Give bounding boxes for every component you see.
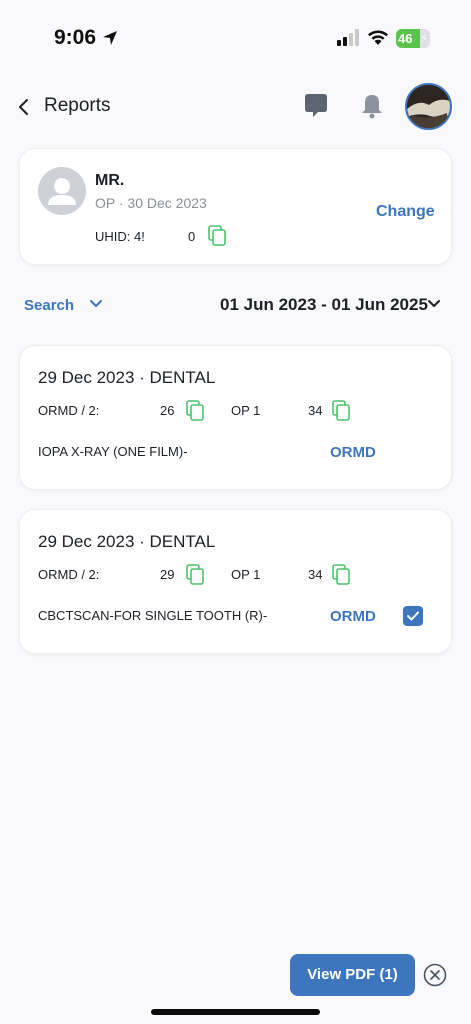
op-ref-tail: 34 [308,567,323,582]
user-avatar[interactable] [405,83,452,130]
battery-indicator: 46 ⚡ [396,29,430,48]
report-org: ORMD [330,444,376,461]
report-description: IOPA X-RAY (ONE FILM)- [38,444,188,459]
report-org: ORMD [330,608,376,625]
report-ref-tail: 26 [160,403,175,418]
change-patient-button[interactable]: Change [376,203,435,221]
report-ref-prefix: ORMD / 2: [38,403,100,418]
op-ref-prefix: OP 1 [231,403,261,418]
view-pdf-button[interactable]: View PDF (1) [290,954,415,996]
search-dropdown[interactable]: Search [24,297,74,314]
avatar-photo [407,85,450,128]
chevron-down-icon[interactable] [89,299,103,309]
chat-icon[interactable] [302,92,330,120]
bell-icon[interactable] [358,92,386,120]
person-icon [48,178,76,205]
copy-icon[interactable] [186,564,206,586]
copy-icon[interactable] [186,400,206,422]
battery-level: 46 [398,31,413,46]
uhid-label: UHID: 4! [95,229,145,244]
filter-row: Search 01 Jun 2023 - 01 Jun 2025 [0,293,471,319]
patient-card: MR. OP · 30 Dec 2023 UHID: 4! 0 Change [19,148,452,265]
report-ref-prefix: ORMD / 2: [38,567,100,582]
uhid-value-tail: 0 [188,229,196,244]
report-title: 29 Dec 2023 · DENTAL [38,368,216,387]
cellular-signal-icon [337,29,359,46]
report-select-checkbox[interactable] [403,606,423,626]
date-range-selector[interactable]: 01 Jun 2023 - 01 Jun 2025 [220,295,428,315]
charging-bolt-icon: ⚡ [420,33,428,45]
report-ref-tail: 29 [160,567,175,582]
patient-name: MR. [95,172,125,189]
copy-icon[interactable] [332,564,352,586]
status-time: 9:06 [54,26,97,49]
report-title: 29 Dec 2023 · DENTAL [38,532,216,551]
copy-icon[interactable] [208,225,228,247]
app-header: Reports [0,80,471,134]
patient-avatar [38,167,86,215]
location-arrow-icon [103,31,117,45]
back-chevron-icon[interactable] [14,93,34,121]
status-bar: 9:06 46 ⚡ [0,0,471,70]
chevron-down-icon[interactable] [427,299,441,309]
op-ref-prefix: OP 1 [231,567,261,582]
patient-visit-info: OP · 30 Dec 2023 [95,195,207,211]
close-circle-icon[interactable] [423,963,447,987]
op-ref-tail: 34 [308,403,323,418]
copy-icon[interactable] [332,400,352,422]
wifi-icon [368,30,388,45]
page-title: Reports [44,95,111,116]
home-indicator [151,1009,320,1015]
report-description: CBCTSCAN-FOR SINGLE TOOTH (R)- [38,608,268,623]
report-card[interactable]: 29 Dec 2023 · DENTAL ORMD / 2: 29 OP 1 3… [19,509,452,654]
report-card[interactable]: 29 Dec 2023 · DENTAL ORMD / 2: 26 OP 1 3… [19,345,452,490]
reports-screen: 9:06 46 ⚡ Reports MR. OP · 30 Dec 2023 U… [0,0,471,1024]
checkmark-icon [407,611,419,621]
